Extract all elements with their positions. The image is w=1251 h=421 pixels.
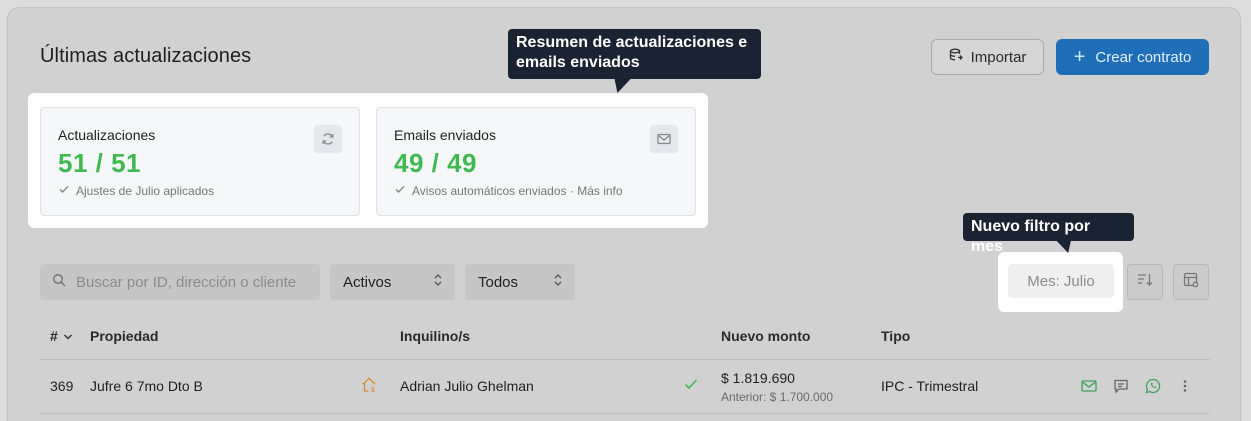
- row-id: 369: [50, 378, 74, 394]
- import-button-label: Importar: [970, 48, 1027, 66]
- chevron-down-icon: [63, 328, 73, 344]
- create-contract-label: Crear contrato: [1095, 48, 1192, 66]
- header-divider: [40, 359, 1210, 360]
- house-icon: $: [361, 376, 379, 397]
- check-icon: [683, 376, 699, 395]
- plus-icon: +: [1073, 46, 1086, 68]
- columns-button[interactable]: [1173, 264, 1209, 300]
- row-divider: [40, 413, 1210, 414]
- search-icon: [52, 273, 66, 291]
- column-header-type: Tipo: [881, 328, 911, 344]
- check-icon: [394, 183, 406, 198]
- stat-card-updates: Actualizaciones 51 / 51 Ajustes de Julio…: [40, 107, 360, 216]
- page-title: Últimas actualizaciones: [40, 45, 252, 67]
- refresh-icon: [314, 125, 342, 153]
- column-header-amount: Nuevo monto: [721, 328, 811, 344]
- stats-highlight: Actualizaciones 51 / 51 Ajustes de Julio…: [28, 93, 708, 228]
- import-button[interactable]: Importar: [931, 39, 1044, 75]
- table-settings-icon: [1183, 272, 1199, 293]
- svg-text:$: $: [371, 387, 375, 394]
- month-filter-chip[interactable]: Mes: Julio: [1008, 264, 1114, 298]
- column-header-tenants: Inquilino/s: [400, 328, 470, 344]
- search-input[interactable]: Buscar por ID, dirección o cliente: [40, 264, 320, 300]
- stat-value: 51 / 51: [58, 148, 142, 178]
- mail-icon: [650, 125, 678, 153]
- stat-card-emails: Emails enviados 49 / 49 Avisos automátic…: [376, 107, 696, 216]
- column-header-property: Propiedad: [90, 328, 159, 344]
- sort-icon: [1137, 273, 1153, 292]
- row-property[interactable]: Jufre 6 7mo Dto B: [90, 378, 203, 394]
- column-header-id[interactable]: #: [50, 328, 73, 344]
- row-previous-amount: Anterior: $ 1.700.000: [721, 390, 834, 404]
- create-contract-button[interactable]: + Crear contrato: [1056, 39, 1209, 75]
- updown-chevron-icon: [433, 273, 443, 291]
- scope-select-value: Todos: [478, 273, 519, 291]
- more-options-icon[interactable]: [1176, 377, 1194, 395]
- column-header-id-label: #: [50, 328, 58, 344]
- database-import-icon: [949, 48, 963, 66]
- status-select-value: Activos: [343, 273, 392, 291]
- mail-icon[interactable]: [1080, 377, 1098, 395]
- stats-callout: Resumen de actualizaciones e emails envi…: [508, 29, 761, 79]
- month-filter-highlight: Mes: Julio: [998, 252, 1123, 312]
- row-amount: $ 1.819.690: [721, 370, 795, 386]
- stat-label: Actualizaciones: [58, 127, 156, 143]
- updown-chevron-icon: [553, 273, 563, 291]
- scope-select[interactable]: Todos: [465, 264, 575, 300]
- whatsapp-icon[interactable]: [1144, 377, 1162, 395]
- stat-value: 49 / 49: [394, 148, 478, 178]
- row-type: IPC - Trimestral: [881, 378, 979, 394]
- chat-icon[interactable]: [1112, 377, 1130, 395]
- filter-callout: Nuevo filtro por mes: [963, 213, 1134, 255]
- sort-button[interactable]: [1127, 264, 1163, 300]
- stat-sub: Ajustes de Julio aplicados: [58, 183, 214, 198]
- row-tenant[interactable]: Adrian Julio Ghelman: [400, 378, 534, 394]
- search-placeholder: Buscar por ID, dirección o cliente: [76, 273, 297, 291]
- stat-label: Emails enviados: [394, 127, 496, 143]
- stat-sub-text: Ajustes de Julio aplicados: [76, 183, 215, 198]
- check-icon: [58, 183, 70, 198]
- stat-sub: Avisos automáticos enviados · Más info: [394, 183, 623, 198]
- stat-sub-text: Avisos automáticos enviados · Más info: [412, 183, 623, 198]
- status-select[interactable]: Activos: [330, 264, 455, 300]
